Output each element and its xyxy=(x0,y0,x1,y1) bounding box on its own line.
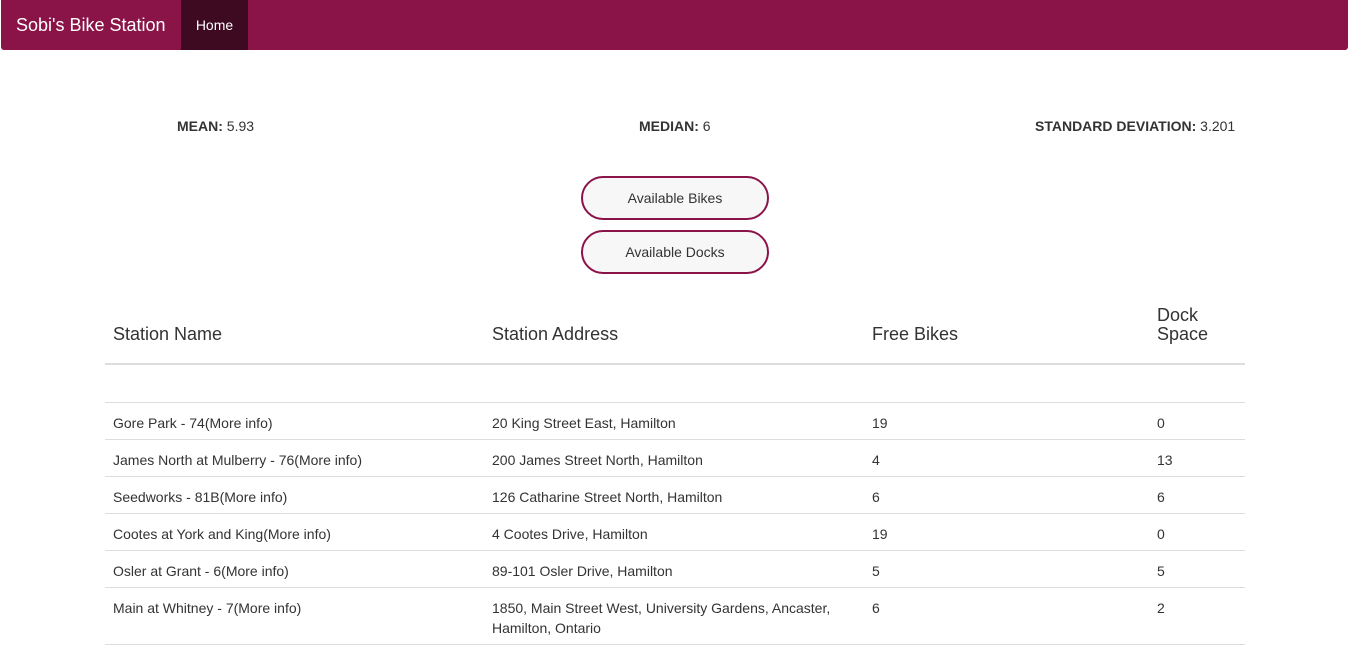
stat-std-value: 3.201 xyxy=(1200,118,1236,134)
more-info-link[interactable]: (More info) xyxy=(221,563,289,579)
stat-standard-deviation: STANDARD DEVIATION: 3.201 xyxy=(1035,117,1235,135)
header-station-address[interactable]: Station Address xyxy=(492,325,618,344)
stat-median-label: MEDIAN: xyxy=(639,118,699,134)
station-name: Seedworks - 81B(More info) xyxy=(113,489,288,505)
table-row: Seedworks - 81B(More info) 126 Catharine… xyxy=(105,477,1245,514)
station-name: Gore Park - 74(More info) xyxy=(113,415,273,431)
more-info-link[interactable]: (More info) xyxy=(220,489,288,505)
dock-space: 6 xyxy=(1157,489,1165,505)
more-info-link[interactable]: (More info) xyxy=(294,452,362,468)
table-row: Osler at Grant - 6(More info) 89-101 Osl… xyxy=(105,551,1245,588)
station-address: 200 James Street North, Hamilton xyxy=(492,452,703,468)
free-bikes: 6 xyxy=(872,489,880,505)
dock-space: 13 xyxy=(1157,452,1173,468)
stat-std-label: STANDARD DEVIATION: xyxy=(1035,118,1197,134)
table-row: Cootes at York and King(More info) 4 Coo… xyxy=(105,514,1245,551)
dock-space: 5 xyxy=(1157,563,1165,579)
station-name: Main at Whitney - 7(More info) xyxy=(113,600,302,616)
header-station-name[interactable]: Station Name xyxy=(113,325,222,344)
stat-median: MEDIAN: 6 xyxy=(639,117,711,135)
free-bikes: 19 xyxy=(872,526,888,542)
station-address: 126 Catharine Street North, Hamilton xyxy=(492,489,723,505)
free-bikes: 6 xyxy=(872,600,880,616)
stat-mean-label: MEAN: xyxy=(177,118,223,134)
free-bikes: 19 xyxy=(872,415,888,431)
table-row: Gore Park - 74(More info) 20 King Street… xyxy=(105,403,1245,440)
stat-median-value: 6 xyxy=(702,118,711,134)
more-info-link[interactable]: (More info) xyxy=(234,600,302,616)
dock-space: 0 xyxy=(1157,415,1165,431)
station-address: 1850, Main Street West, University Garde… xyxy=(492,600,831,636)
free-bikes: 4 xyxy=(872,452,880,468)
station-name: James North at Mulberry - 76(More info) xyxy=(113,452,362,468)
available-docks-button[interactable]: Available Docks xyxy=(581,230,769,274)
free-bikes: 5 xyxy=(872,563,880,579)
stations-table: Station Name Station Address Free Bikes … xyxy=(105,296,1245,645)
table-header: Station Name Station Address Free Bikes … xyxy=(105,296,1245,365)
station-address: 20 King Street East, Hamilton xyxy=(492,415,676,431)
dock-space: 2 xyxy=(1157,600,1165,616)
stat-mean: MEAN: 5.93 xyxy=(177,117,254,135)
more-info-link[interactable]: (More info) xyxy=(205,415,273,431)
station-name: Cootes at York and King(More info) xyxy=(113,526,331,542)
navbar: Sobi's Bike Station Home xyxy=(1,0,1348,50)
more-info-link[interactable]: (More info) xyxy=(263,526,331,542)
header-dock-space[interactable]: Dock Space xyxy=(1157,306,1217,344)
available-bikes-button[interactable]: Available Bikes xyxy=(581,176,769,220)
table-row: James North at Mulberry - 76(More info) … xyxy=(105,440,1245,477)
nav-home-link[interactable]: Home xyxy=(181,0,248,50)
table-row: Main at Whitney - 7(More info) 1850, Mai… xyxy=(105,588,1245,645)
brand-title[interactable]: Sobi's Bike Station xyxy=(16,0,166,50)
station-name: Osler at Grant - 6(More info) xyxy=(113,563,289,579)
station-address: 89-101 Osler Drive, Hamilton xyxy=(492,563,673,579)
stat-mean-value: 5.93 xyxy=(226,118,255,134)
dock-space: 0 xyxy=(1157,526,1165,542)
table-empty-row xyxy=(105,365,1245,403)
header-free-bikes[interactable]: Free Bikes xyxy=(872,325,958,344)
station-address: 4 Cootes Drive, Hamilton xyxy=(492,526,648,542)
